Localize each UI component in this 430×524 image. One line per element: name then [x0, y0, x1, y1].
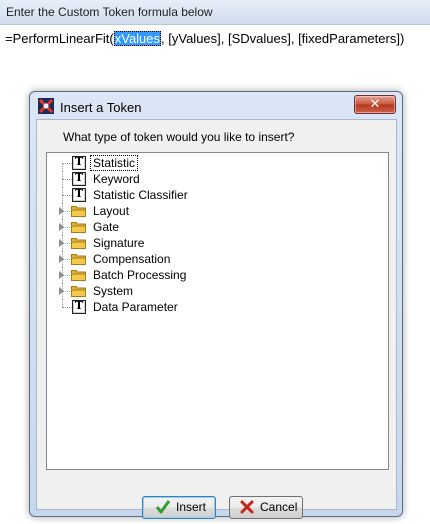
tree-item-label: Signature: [93, 236, 145, 250]
tree-item[interactable]: T Statistic: [47, 155, 377, 171]
tree-item-label: Batch Processing: [93, 268, 187, 282]
expand-arrow-icon[interactable]: [59, 271, 64, 279]
formula-header-label: Enter the Custom Token formula below: [6, 5, 213, 19]
tree-branch-line: [62, 307, 72, 308]
token-t-icon: T: [72, 171, 86, 186]
folder-icon: [71, 222, 86, 233]
folder-icon: [71, 270, 86, 281]
formula-selected-arg[interactable]: xValues: [113, 31, 162, 46]
formula-header: Enter the Custom Token formula below: [0, 0, 430, 25]
tree-branch-line: [62, 163, 72, 164]
app-logo-icon: [38, 98, 54, 114]
tree-item[interactable]: T Statistic Classifier: [47, 187, 377, 203]
folder-icon: [71, 238, 86, 249]
close-icon: ✕: [369, 97, 381, 112]
token-t-glyph: T: [74, 299, 84, 312]
token-tree[interactable]: T Statistic T Keyword T Statistic Classifier L…: [46, 152, 389, 470]
tree-item[interactable]: Compensation: [47, 251, 377, 267]
token-t-glyph: T: [74, 187, 84, 200]
expand-arrow-icon[interactable]: [59, 287, 64, 295]
formula-text[interactable]: =PerformLinearFit(xValues, [yValues], [S…: [5, 31, 404, 46]
tree-item-label: Data Parameter: [93, 300, 178, 314]
tree-item-label: Layout: [93, 204, 130, 218]
insert-button-label: Insert: [176, 500, 207, 514]
insert-button[interactable]: Insert: [142, 496, 216, 519]
cancel-x-icon: [240, 500, 254, 514]
tree-item-label: Statistic Classifier: [93, 188, 188, 202]
dialog-prompt: What type of token would you like to ins…: [63, 130, 295, 144]
tree-item[interactable]: T Data Parameter: [47, 299, 377, 315]
formula-prefix: =PerformLinearFit(: [5, 31, 114, 46]
tree-item-label: System: [93, 284, 134, 298]
dialog-body: What type of token would you like to ins…: [36, 119, 397, 519]
tree-item-label: Statistic: [89, 155, 139, 171]
expand-arrow-icon[interactable]: [59, 255, 64, 263]
tree-item[interactable]: Signature: [47, 235, 377, 251]
folder-icon: [71, 206, 86, 217]
tree-branch-line: [62, 179, 72, 180]
tree-connector: [62, 163, 63, 171]
token-t-icon: T: [72, 155, 86, 170]
expand-arrow-icon[interactable]: [59, 207, 64, 215]
dialog-title: Insert a Token: [60, 100, 142, 115]
token-t-icon: T: [72, 299, 86, 314]
cancel-button[interactable]: Cancel: [229, 496, 303, 519]
formula-suffix: , [yValues], [SDvalues], [fixedParameter…: [161, 31, 405, 46]
checkmark-icon: [155, 500, 171, 514]
tree-item[interactable]: Batch Processing: [47, 267, 377, 283]
token-t-icon: T: [72, 187, 86, 202]
token-t-glyph: T: [74, 171, 84, 184]
tree-item[interactable]: Layout: [47, 203, 377, 219]
folder-icon: [71, 254, 86, 265]
expand-arrow-icon[interactable]: [59, 223, 64, 231]
expand-arrow-icon[interactable]: [59, 239, 64, 247]
insert-token-dialog: Insert a Token ✕ What type of token woul…: [29, 91, 403, 519]
tree-item[interactable]: System: [47, 283, 377, 299]
folder-icon: [71, 286, 86, 297]
tree-item-label: Compensation: [93, 252, 171, 266]
tree-item[interactable]: T Keyword: [47, 171, 377, 187]
tree-branch-line: [62, 195, 72, 196]
tree-item[interactable]: Gate: [47, 219, 377, 235]
tree-connector: [62, 299, 63, 307]
tree-item-label: Keyword: [93, 172, 140, 186]
tree-item-label: Gate: [93, 220, 120, 234]
cancel-button-label: Cancel: [260, 500, 298, 514]
close-button[interactable]: ✕: [354, 95, 396, 114]
token-t-glyph: T: [74, 155, 84, 168]
